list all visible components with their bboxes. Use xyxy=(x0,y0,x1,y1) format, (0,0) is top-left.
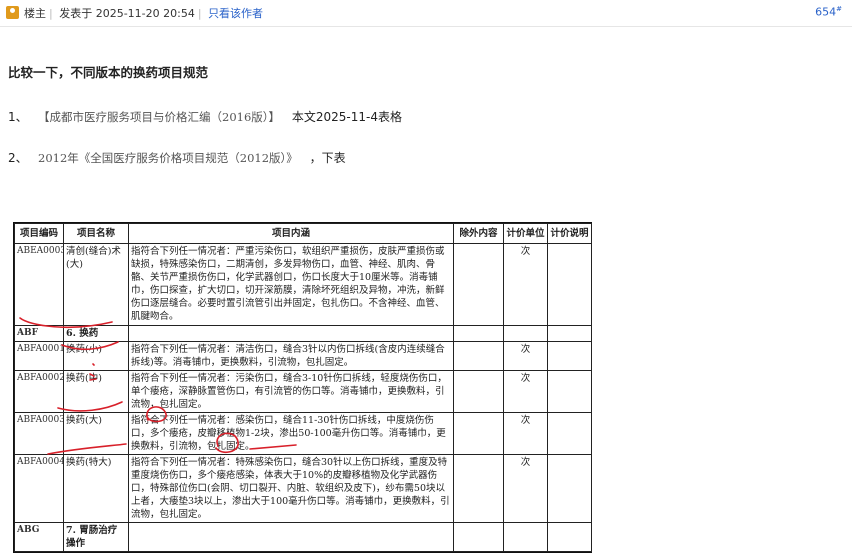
cell-content: 指符合下列任一情况者：特殊感染伤口，缝合30针以上伤口拆线，重度及特重度烧伤伤口… xyxy=(128,454,454,523)
cell-code: ABFA0003 xyxy=(14,412,64,455)
floor-mark: # xyxy=(836,5,842,13)
cell-name: 换药(特大) xyxy=(63,454,129,523)
cell-note xyxy=(547,412,592,455)
cell-note xyxy=(547,341,592,371)
source-title: 2012年《全国医疗服务价格项目规范（2012版）》 xyxy=(38,151,298,165)
cell-note xyxy=(547,454,592,523)
header-exclude: 除外内容 xyxy=(453,223,504,244)
table-row: ABF 6. 换药 xyxy=(14,325,592,342)
cell-code: ABFA0004 xyxy=(14,454,64,523)
cell-code: ABG xyxy=(14,522,64,552)
author-only-link[interactable]: 只看该作者 xyxy=(208,7,263,20)
floor-number-link[interactable]: 654# xyxy=(815,5,842,19)
line-note: 本文2025-11-4表格 xyxy=(291,110,402,124)
spec-table-image: 项目编码 项目名称 项目内涵 除外内容 计价单位 计价说明 ABEA0003 清创… xyxy=(13,222,592,553)
cell-name: 换药(中) xyxy=(63,370,129,413)
cell-name: 清创(缝合)术(大) xyxy=(63,243,129,326)
header-unit: 计价单位 xyxy=(503,223,548,244)
post-datetime: 2025-11-20 20:54 xyxy=(95,7,195,20)
cell-exclude xyxy=(453,325,504,342)
cell-note xyxy=(547,370,592,413)
line-number: 2、 xyxy=(8,151,28,165)
cell-exclude xyxy=(453,243,504,326)
post-header: 楼主 | 发表于 2025-11-20 20:54 | 只看该作者 654# xyxy=(0,0,852,27)
post-title: 比较一下，不同版本的换药项目规范 xyxy=(8,65,209,80)
table-row: ABG 7. 胃肠治疗操作 xyxy=(14,522,592,552)
cell-note xyxy=(547,325,592,342)
header-code: 项目编码 xyxy=(14,223,64,244)
cell-exclude xyxy=(453,412,504,455)
table-row: ABFA0002 换药(中) 指符合下列任一情况者：污染伤口，缝合3-10针伤口拆线… xyxy=(14,370,592,413)
cell-name: 换药(小) xyxy=(63,341,129,371)
post-meta: 楼主 | 发表于 2025-11-20 20:54 | 只看该作者 xyxy=(24,7,264,20)
table-header-row: 项目编码 项目名称 项目内涵 除外内容 计价单位 计价说明 xyxy=(14,223,592,244)
table-row: ABFA0004 换药(特大) 指符合下列任一情况者：特殊感染伤口，缝合30针以上伤… xyxy=(14,454,592,523)
cell-exclude xyxy=(453,522,504,552)
user-avatar-icon[interactable] xyxy=(6,6,19,19)
cell-content: 指符合下列任一情况者：严重污染伤口，软组织严重损伤，皮肤严重损伤或缺损，特殊感染… xyxy=(128,243,454,326)
cell-unit xyxy=(503,325,548,342)
cell-name: 6. 换药 xyxy=(63,325,129,342)
table-row: ABEA0003 清创(缝合)术(大) 指符合下列任一情况者：严重污染伤口，软组织严… xyxy=(14,243,592,326)
cell-code: ABFA0001 xyxy=(14,341,64,371)
table-row: ABFA0003 换药(大) 指符合下列任一情况者：感染伤口，缝合11-30针伤口拆… xyxy=(14,412,592,455)
role-label: 楼主 xyxy=(24,7,46,20)
cell-name: 7. 胃肠治疗操作 xyxy=(63,522,129,552)
source-title: 【成都市医疗服务项目与价格汇编（2016版）】 xyxy=(38,110,281,124)
cell-unit: 次 xyxy=(503,454,548,523)
cell-exclude xyxy=(453,370,504,413)
cell-name: 换药(大) xyxy=(63,412,129,455)
cell-exclude xyxy=(453,454,504,523)
header-name: 项目名称 xyxy=(63,223,129,244)
posted-label: 发表于 xyxy=(59,7,93,20)
cell-note xyxy=(547,522,592,552)
cell-unit: 次 xyxy=(503,412,548,455)
line-note: ，下表 xyxy=(309,151,346,165)
floor-number: 654 xyxy=(815,5,837,19)
cell-unit: 次 xyxy=(503,370,548,413)
cell-unit xyxy=(503,522,548,552)
table-row: ABFA0001 换药(小) 指符合下列任一情况者：清洁伤口，缝合3针以内伤口拆线(… xyxy=(14,341,592,371)
cell-content: 指符合下列任一情况者：清洁伤口，缝合3针以内伤口拆线(含皮内连续缝合拆线)等。消… xyxy=(128,341,454,371)
header-note: 计价说明 xyxy=(547,223,592,244)
cell-note xyxy=(547,243,592,326)
cell-code: ABF xyxy=(14,325,64,342)
cell-content xyxy=(128,522,454,552)
cell-code: ABFA0002 xyxy=(14,370,64,413)
cell-code: ABEA0003 xyxy=(14,243,64,326)
post-line-2: 2、 2012年《全国医疗服务价格项目规范（2012版）》 ，下表 xyxy=(8,149,346,166)
post-line-1: 1、 【成都市医疗服务项目与价格汇编（2016版）】 本文2025-11-4表格 xyxy=(8,108,402,125)
cell-exclude xyxy=(453,341,504,371)
line-number: 1、 xyxy=(8,110,28,124)
spec-table: 项目编码 项目名称 项目内涵 除外内容 计价单位 计价说明 ABEA0003 清创… xyxy=(14,223,592,552)
cell-unit: 次 xyxy=(503,341,548,371)
cell-content xyxy=(128,325,454,342)
cell-content: 指符合下列任一情况者：污染伤口，缝合3-10针伤口拆线，轻度烧伤伤口，单个瘘疮，… xyxy=(128,370,454,413)
cell-content: 指符合下列任一情况者：感染伤口，缝合11-30针伤口拆线，中度烧伤伤口，多个瘘疮… xyxy=(128,412,454,455)
header-content: 项目内涵 xyxy=(128,223,454,244)
cell-unit: 次 xyxy=(503,243,548,326)
